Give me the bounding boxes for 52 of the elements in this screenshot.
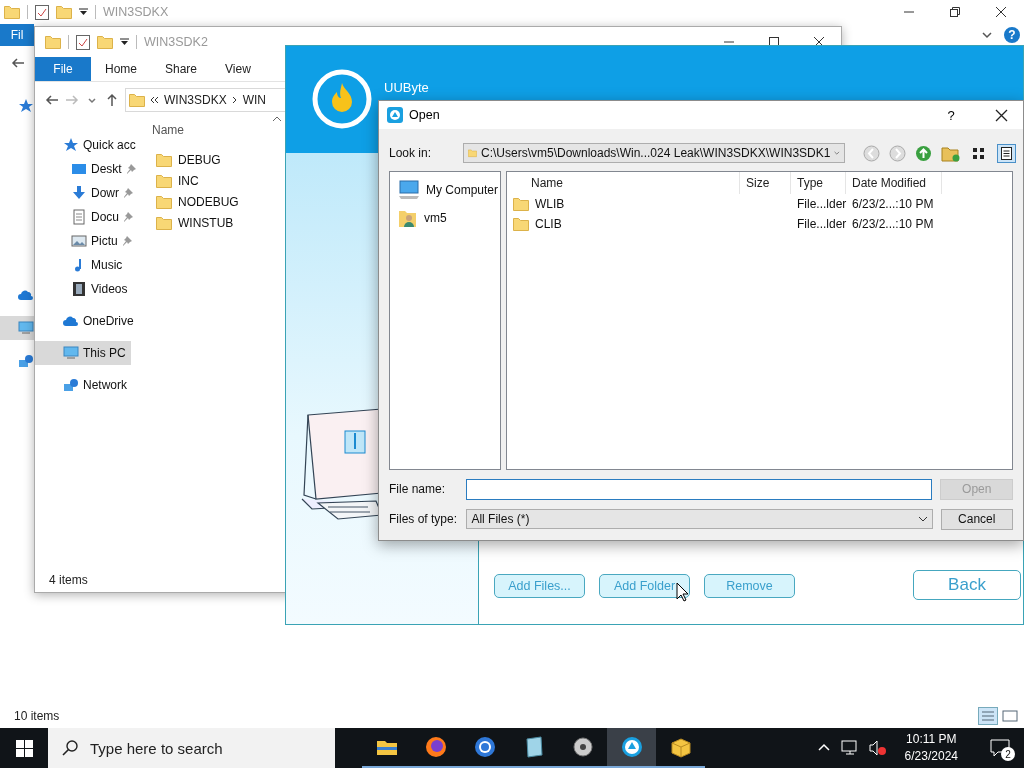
file-name[interactable]: NODEBUG [178, 194, 239, 209]
file-name[interactable]: WINSTUB [178, 215, 234, 230]
column-header[interactable]: Type [791, 172, 846, 194]
nav-item[interactable]: Quick acc [35, 133, 138, 157]
nav-item[interactable]: Pictu [35, 229, 134, 253]
dialog-title: Open [409, 108, 440, 122]
breadcrumb[interactable]: WIN3SDKX [164, 93, 227, 107]
nav-item[interactable]: Dowr [35, 181, 135, 205]
field-label: Files of type: [389, 512, 459, 526]
nav-item[interactable]: Deskt [35, 157, 138, 181]
file-date: 6/23/2...:10 PM [851, 217, 935, 231]
file-type-dropdown[interactable]: All Files (*) [466, 509, 933, 529]
window-title: WIN3SDKX [103, 5, 169, 19]
breadcrumb[interactable]: WIN [242, 93, 266, 107]
nav-item[interactable]: Music [35, 253, 131, 277]
ribbon-tab[interactable]: Fil [0, 24, 34, 46]
ribbon-tab[interactable]: Share [151, 57, 212, 81]
clock-time[interactable]: 10:11 PM [906, 731, 957, 748]
status-text: 4 items [49, 573, 88, 587]
ribbon-tab[interactable]: View [211, 57, 265, 81]
brand-name: UUByte [384, 80, 429, 95]
search-field[interactable]: Type here to search [48, 728, 335, 768]
status-text: 10 items [14, 709, 60, 723]
file-name[interactable]: CLIB [507, 217, 740, 231]
clock-date[interactable]: 6/23/2024 [904, 748, 958, 765]
place-item[interactable]: My Computer [390, 176, 500, 204]
window-title: WIN3SDK2 [144, 35, 208, 49]
notification-count: 2 [1001, 747, 1015, 761]
cancel-button[interactable]: Cancel [940, 508, 1013, 530]
place-item[interactable]: vm5 [390, 204, 500, 232]
field-label: File name: [389, 482, 447, 496]
nav-item[interactable]: This PC [35, 341, 131, 365]
help-icon[interactable]: ? [1004, 27, 1020, 43]
nav-item[interactable]: Docu [35, 205, 135, 229]
file-date: 6/23/2...:10 PM [851, 197, 935, 211]
look-in-dropdown[interactable]: C:\Users\vm5\Downloads\Win...024 Leak\WIN3SDKX\WIN3SDK1 [463, 143, 846, 163]
file-type: File...lder [796, 217, 846, 231]
field-label: Look in: [389, 146, 432, 160]
file-type: File...lder [796, 197, 846, 211]
ribbon-tab[interactable]: File [35, 57, 91, 81]
nav-item[interactable]: Network [35, 373, 131, 397]
column-header[interactable]: Name [507, 172, 740, 194]
file-name[interactable]: WLIB [507, 197, 740, 211]
column-header[interactable]: Date Modified [846, 172, 942, 194]
column-header[interactable]: Name [152, 123, 184, 137]
ribbon-tab[interactable]: Home [91, 57, 151, 81]
help-button[interactable]: ? [929, 107, 973, 123]
file-name[interactable]: INC [178, 173, 199, 188]
nav-item[interactable]: Videos [35, 277, 131, 301]
column-header[interactable]: Size [740, 172, 791, 194]
nav-item[interactable]: OneDrive [35, 309, 136, 333]
file-name[interactable]: DEBUG [178, 152, 221, 167]
